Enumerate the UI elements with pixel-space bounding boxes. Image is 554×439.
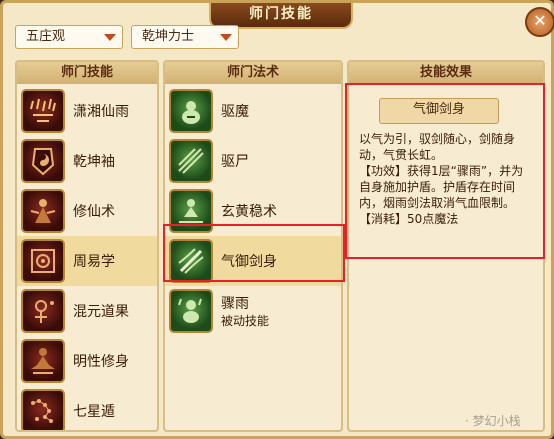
school-skill-item-meditation[interactable]: 明性修身 [17, 336, 157, 386]
chevron-down-icon [104, 34, 116, 41]
selected-spell-highlight [163, 224, 345, 282]
spell-item-talisman[interactable]: 驱尸 [165, 136, 341, 186]
effect-highlight [345, 83, 545, 259]
school-skills-window: 师门技能 ✕ 五庄观 乾坤力士 师门技能 潇湘仙雨 乾坤袖 修仙术 周易学 混元… [0, 0, 554, 439]
school-skill-label: 乾坤袖 [73, 154, 115, 170]
sect-dropdown-value: 五庄观 [26, 29, 66, 44]
school-skill-label: 明性修身 [73, 354, 129, 370]
school-skill-item-rain[interactable]: 潇湘仙雨 [17, 86, 157, 136]
school-skill-item-sleeve[interactable]: 乾坤袖 [17, 136, 157, 186]
school-skill-item-seven-stars[interactable]: 七星遁 [17, 386, 157, 430]
school-skills-header: 师门技能 [17, 62, 157, 84]
seven-stars-icon [21, 389, 65, 430]
spell-item-sudden-rain[interactable]: 骤雨 被动技能 [165, 286, 341, 336]
rain-icon [21, 89, 65, 133]
meditation-icon [21, 339, 65, 383]
close-button[interactable]: ✕ [525, 7, 554, 37]
school-skill-item-bagua[interactable]: 周易学 [17, 236, 157, 286]
school-skill-item-cultivation[interactable]: 修仙术 [17, 186, 157, 236]
school-skill-label: 周易学 [73, 254, 115, 270]
school-skill-label: 潇湘仙雨 [73, 104, 129, 120]
spell-label: 玄黄稳术 [221, 204, 277, 220]
cultivation-icon [21, 189, 65, 233]
skill-dropdown[interactable]: 乾坤力士 [131, 25, 239, 49]
school-skill-item-dao-fruit[interactable]: 混元道果 [17, 286, 157, 336]
dao-fruit-icon [21, 289, 65, 333]
bagua-icon [21, 239, 65, 283]
exorcism-gourd-icon [169, 89, 213, 133]
spell-label: 骤雨 [221, 296, 249, 312]
spell-label: 驱魔 [221, 104, 249, 120]
school-skill-label: 七星遁 [73, 404, 115, 420]
spell-sublabel: 被动技能 [221, 314, 270, 328]
sect-dropdown[interactable]: 五庄观 [15, 25, 123, 49]
rain-gourd-icon [169, 289, 213, 333]
school-skill-label: 混元道果 [73, 304, 129, 320]
talisman-icon [169, 139, 213, 183]
yinyang-sleeve-icon [21, 139, 65, 183]
chevron-down-icon [220, 34, 232, 41]
skill-dropdown-value: 乾坤力士 [142, 29, 195, 44]
spell-item-exorcism[interactable]: 驱魔 [165, 86, 341, 136]
school-spells-header: 师门法术 [165, 62, 341, 84]
school-skills-panel: 师门技能 潇湘仙雨 乾坤袖 修仙术 周易学 混元道果 明性修身 七星遁 [15, 60, 159, 432]
skill-effect-header: 技能效果 [349, 62, 543, 84]
watermark: · 梦幻小栈 [465, 414, 521, 428]
school-skill-label: 修仙术 [73, 204, 115, 220]
spell-label: 驱尸 [221, 154, 249, 170]
